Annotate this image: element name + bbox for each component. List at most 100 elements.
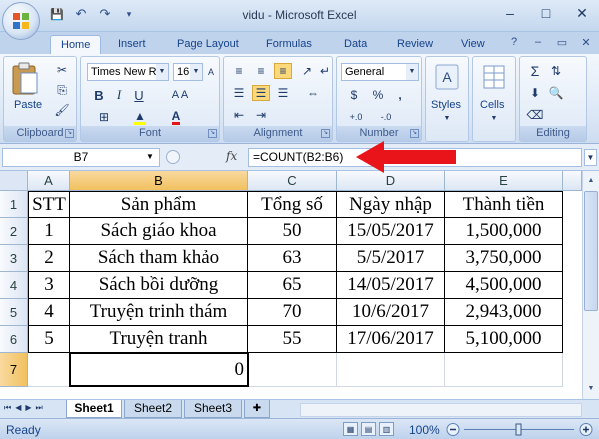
align-top-icon[interactable]: ≡ [230,63,248,79]
header-cell-date[interactable]: Ngày nhập [337,191,445,218]
styles-icon[interactable]: A [434,63,460,91]
normal-view-icon[interactable]: ▦ [343,422,358,436]
table-cell[interactable]: Truyện trinh thám [70,299,248,326]
workbook-restore-icon[interactable]: ▭ [555,35,569,49]
row-header-3[interactable]: 3 [0,245,28,272]
table-cell[interactable]: 1 [28,218,70,245]
tab-review[interactable]: Review [397,35,433,54]
table-cell[interactable]: 70 [248,299,337,326]
row-header-7[interactable]: 7 [0,353,28,387]
font-name-select[interactable]: Times New Ro ▼ [87,63,169,81]
page-break-view-icon[interactable]: ▥ [379,422,394,436]
table-cell[interactable]: 65 [248,272,337,299]
underline-button[interactable]: U [131,87,147,103]
sheet-tab-sheet1[interactable]: Sheet1 [66,400,122,418]
styles-label[interactable]: Styles [431,99,461,111]
styles-chevron-down-icon[interactable]: ▼ [442,113,452,123]
wrap-text-icon[interactable]: ↵ [318,63,332,79]
prev-sheet-icon[interactable]: ◀ [15,403,21,413]
italic-button[interactable]: I [111,87,127,103]
selected-cell-b7[interactable]: 0 [69,352,249,387]
last-sheet-icon[interactable]: ⏭ [36,403,43,413]
first-sheet-icon[interactable]: ⏮ [4,403,11,413]
tab-page-layout[interactable]: Page Layout [177,35,239,54]
table-cell[interactable]: 5,100,000 [445,326,563,353]
sheet-tab-sheet2[interactable]: Sheet2 [124,400,182,418]
empty-cell[interactable] [249,353,337,387]
tab-insert[interactable]: Insert [118,35,146,54]
fill-color-icon[interactable]: ▲ [125,109,155,125]
insert-sheet-icon[interactable]: ✚ [244,400,270,418]
tab-view[interactable]: View [461,35,485,54]
page-layout-view-icon[interactable]: ▤ [361,422,376,436]
cells-chevron-down-icon[interactable]: ▼ [489,113,499,123]
decrease-decimal-button[interactable]: -.0 [373,109,399,125]
table-cell[interactable]: 5 [28,326,70,353]
table-cell[interactable]: Truyện tranh [70,326,248,353]
currency-button[interactable]: $ [343,87,365,103]
table-cell[interactable]: 2,943,000 [445,299,563,326]
name-box[interactable]: B7 [2,148,160,167]
column-header-b[interactable]: B [70,171,248,191]
tab-formulas[interactable]: Formulas [266,35,312,54]
table-cell[interactable]: 14/05/2017 [337,272,445,299]
autosum-icon[interactable]: Σ [526,63,544,79]
minimize-button[interactable]: – [499,4,521,22]
table-cell[interactable]: 5/5/2017 [337,245,445,272]
sort-filter-icon[interactable]: ⇅ [546,63,566,79]
vertical-scroll-thumb[interactable] [584,191,598,311]
scroll-up-icon[interactable]: ▲ [584,173,598,189]
zoom-slider[interactable] [446,422,596,437]
table-cell[interactable]: Sách bồi dưỡng [70,272,248,299]
find-select-icon[interactable]: 🔍 [546,85,566,101]
header-cell-stt[interactable]: STT [28,191,70,218]
table-cell[interactable]: 63 [248,245,337,272]
empty-cell[interactable] [337,353,445,387]
header-cell-amount[interactable]: Thành tiền [445,191,563,218]
align-bottom-icon[interactable]: ≡ [274,63,292,79]
align-left-icon[interactable]: ☰ [230,85,248,101]
scroll-down-icon[interactable]: ▼ [584,381,598,397]
column-header-e[interactable]: E [445,171,563,191]
decrease-indent-icon[interactable]: ⇤ [230,107,248,123]
paste-label[interactable]: Paste [14,99,42,111]
table-cell[interactable]: 3 [28,272,70,299]
grow-font-icon[interactable]: A [205,63,217,81]
formula-bar-resize-handle[interactable] [166,150,180,164]
grow-shrink-font-icon[interactable]: A A [165,87,195,103]
header-cell-product[interactable]: Sản phẩm [70,191,248,218]
help-icon[interactable]: ? [507,35,521,49]
clipboard-launcher-icon[interactable]: ↘ [65,129,74,138]
spreadsheet-grid[interactable]: A B C D E 1 2 3 4 5 6 7 STT Sản phẩm Tổn… [0,171,599,399]
orientation-icon[interactable]: ↗ [298,63,316,79]
row-header-6[interactable]: 6 [0,326,28,353]
align-middle-icon[interactable]: ≡ [252,63,270,79]
column-header-f[interactable] [563,171,582,191]
increase-decimal-button[interactable]: +.0 [343,109,369,125]
number-format-select[interactable]: General ▼ [341,63,419,81]
cells-label[interactable]: Cells [480,99,504,111]
row-header-1[interactable]: 1 [0,191,28,218]
cells-icon[interactable] [481,63,507,91]
row-header-2[interactable]: 2 [0,218,28,245]
cut-icon[interactable]: ✂ [54,63,70,77]
table-cell[interactable]: 10/6/2017 [337,299,445,326]
copy-icon[interactable]: ⎘ [54,83,70,97]
font-size-select[interactable]: 16 ▼ [173,63,203,81]
zoom-level[interactable]: 100% [409,423,440,437]
clear-icon[interactable]: ⌫ [526,107,544,123]
table-cell[interactable]: 2 [28,245,70,272]
expand-formula-bar-icon[interactable]: ▼ [584,149,597,166]
align-right-icon[interactable]: ☰ [274,85,292,101]
table-cell[interactable]: 17/06/2017 [337,326,445,353]
workbook-minimize-icon[interactable]: – [531,35,545,49]
next-sheet-icon[interactable]: ▶ [25,403,31,413]
increase-indent-icon[interactable]: ⇥ [252,107,270,123]
number-launcher-icon[interactable]: ↘ [410,129,419,138]
sheet-tab-sheet3[interactable]: Sheet3 [184,400,242,418]
name-box-chevron-down-icon[interactable]: ▼ [146,152,154,161]
office-button[interactable] [2,2,40,40]
font-launcher-icon[interactable]: ↘ [208,129,217,138]
table-cell[interactable]: 3,750,000 [445,245,563,272]
insert-function-icon[interactable]: fx [226,149,237,163]
